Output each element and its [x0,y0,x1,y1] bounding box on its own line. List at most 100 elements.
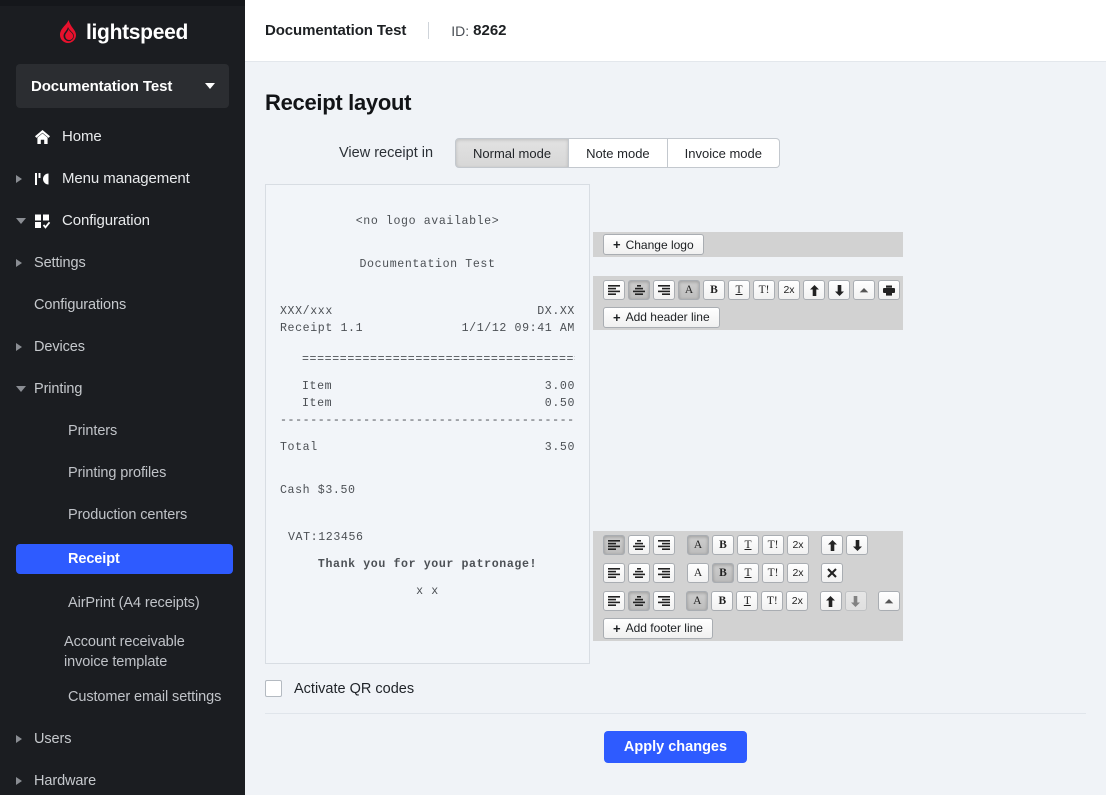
align-center-icon[interactable] [628,535,650,555]
apply-changes-button[interactable]: Apply changes [603,731,748,763]
double-width-button[interactable]: 2x [787,563,809,583]
caret-up-icon[interactable] [877,591,900,611]
add-header-line-button[interactable]: + Add header line [603,306,720,328]
bold-button[interactable]: B [712,535,734,555]
sidebar-item-menu-management[interactable]: Menu management [0,166,245,192]
double-width-button[interactable]: 2x [786,591,809,611]
sidebar-item-label: Home [62,128,102,145]
receipt-separator-double: ======================================== [302,353,575,366]
sidebar-item-account-receivable-invoice-template[interactable]: Account receivable invoice template [0,632,245,672]
sidebar-item-devices[interactable]: Devices [0,334,245,360]
align-right-icon[interactable] [653,563,675,583]
sidebar-nav: Home Menu management Configuration Setti… [0,124,245,795]
receipt-item-amount: 3.00 [544,380,575,393]
receipt-header-left: XXX/xxx [280,305,333,318]
arrow-down-icon [844,591,867,611]
underline-button[interactable]: T [737,535,759,555]
chevron-down-icon[interactable] [16,386,34,392]
bold-button[interactable]: B [711,591,734,611]
chevron-right-icon[interactable] [16,777,34,785]
align-center-icon[interactable] [628,563,650,583]
sidebar-item-printers[interactable]: Printers [0,418,245,444]
receipt-store-name: Documentation Test [359,258,496,271]
sidebar-item-customer-email-settings[interactable]: Customer email settings [0,684,245,710]
printer-icon[interactable] [878,280,900,300]
double-height-button[interactable]: T! [753,280,775,300]
arrow-down-icon[interactable] [846,535,868,555]
store-selector[interactable]: Documentation Test [16,64,229,108]
double-height-button[interactable]: T! [761,591,784,611]
sidebar-item-production-centers[interactable]: Production centers [0,502,245,528]
underline-button[interactable]: T [728,280,750,300]
caret-up-icon[interactable] [853,280,875,300]
sidebar-item-receipt[interactable]: Receipt [16,544,233,574]
underline-button[interactable]: T [737,563,759,583]
tab-invoice-mode[interactable]: Invoice mode [667,138,780,168]
receipt-item-name: Item [302,397,333,410]
activate-qr-codes-checkbox[interactable] [265,680,282,697]
sidebar-item-printing[interactable]: Printing [0,376,245,402]
align-left-icon[interactable] [603,591,625,611]
add-footer-line-label: Add footer line [625,621,703,635]
sidebar-item-hardware[interactable]: Hardware [0,768,245,794]
brand-name: lightspeed [85,21,188,44]
change-logo-band: + Change logo [593,232,903,257]
font-style-button[interactable]: A [687,535,709,555]
sidebar-item-users[interactable]: Users [0,726,245,752]
font-style-button[interactable]: A [687,563,709,583]
align-left-icon[interactable] [603,563,625,583]
store-selector-label: Documentation Test [31,77,173,95]
sidebar-item-printing-profiles[interactable]: Printing profiles [0,460,245,486]
receipt-payment-line: Cash $3.50 [280,484,356,497]
sidebar-item-configuration[interactable]: Configuration [0,208,245,234]
chevron-right-icon[interactable] [16,343,34,351]
align-left-icon[interactable] [603,280,625,300]
font-style-button[interactable]: A [678,280,700,300]
underline-button[interactable]: T [736,591,759,611]
change-logo-label: Change logo [625,237,694,252]
chevron-right-icon[interactable] [16,259,34,267]
arrow-up-icon[interactable] [821,535,843,555]
view-mode-row: View receipt in Normal mode Note mode In… [339,138,1086,168]
align-center-icon[interactable] [628,280,650,300]
sidebar-item-label: Printing profiles [68,465,167,481]
align-right-icon[interactable] [653,535,675,555]
sidebar-item-label: Production centers [68,507,188,523]
double-height-button[interactable]: T! [762,563,784,583]
arrow-down-icon[interactable] [828,280,850,300]
section-divider [265,713,1086,714]
tab-note-mode[interactable]: Note mode [569,138,668,168]
double-height-button[interactable]: T! [762,535,784,555]
font-style-button[interactable]: A [686,591,709,611]
sidebar-item-airprint[interactable]: AirPrint (A4 receipts) [0,590,245,616]
account-id-label: ID: [451,22,470,39]
bold-button[interactable]: B [712,563,734,583]
align-right-icon[interactable] [653,280,675,300]
tab-normal-mode[interactable]: Normal mode [455,138,570,168]
double-width-button[interactable]: 2x [778,280,800,300]
bold-button[interactable]: B [703,280,725,300]
account-name: Documentation Test [265,22,407,39]
arrow-up-icon[interactable] [819,591,842,611]
sidebar-item-settings[interactable]: Settings [0,250,245,276]
align-center-icon[interactable] [628,591,650,611]
align-right-icon[interactable] [653,591,675,611]
add-footer-line-button[interactable]: + Add footer line [603,617,713,639]
double-width-button[interactable]: 2x [787,535,809,555]
sidebar-item-label: Printing [34,381,83,397]
sidebar-item-label: Printers [68,423,118,439]
close-x-icon[interactable] [821,563,843,583]
arrow-up-icon[interactable] [803,280,825,300]
receipt-number: Receipt 1.1 [280,322,364,335]
add-header-line-label: Add header line [625,310,710,324]
sidebar-item-configurations[interactable]: Configurations [0,292,245,318]
align-left-icon[interactable] [603,535,625,555]
sidebar-item-home[interactable]: Home [0,124,245,150]
change-logo-button[interactable]: + Change logo [603,234,704,255]
receipt-item-amount: 0.50 [544,397,575,410]
receipt-header-line-2: Receipt 1.1 1/1/12 09:41 AM [280,320,575,337]
view-mode-segmented-control: Normal mode Note mode Invoice mode [455,138,780,168]
chevron-right-icon[interactable] [16,735,34,743]
chevron-down-icon[interactable] [16,218,34,224]
chevron-right-icon[interactable] [16,175,34,183]
